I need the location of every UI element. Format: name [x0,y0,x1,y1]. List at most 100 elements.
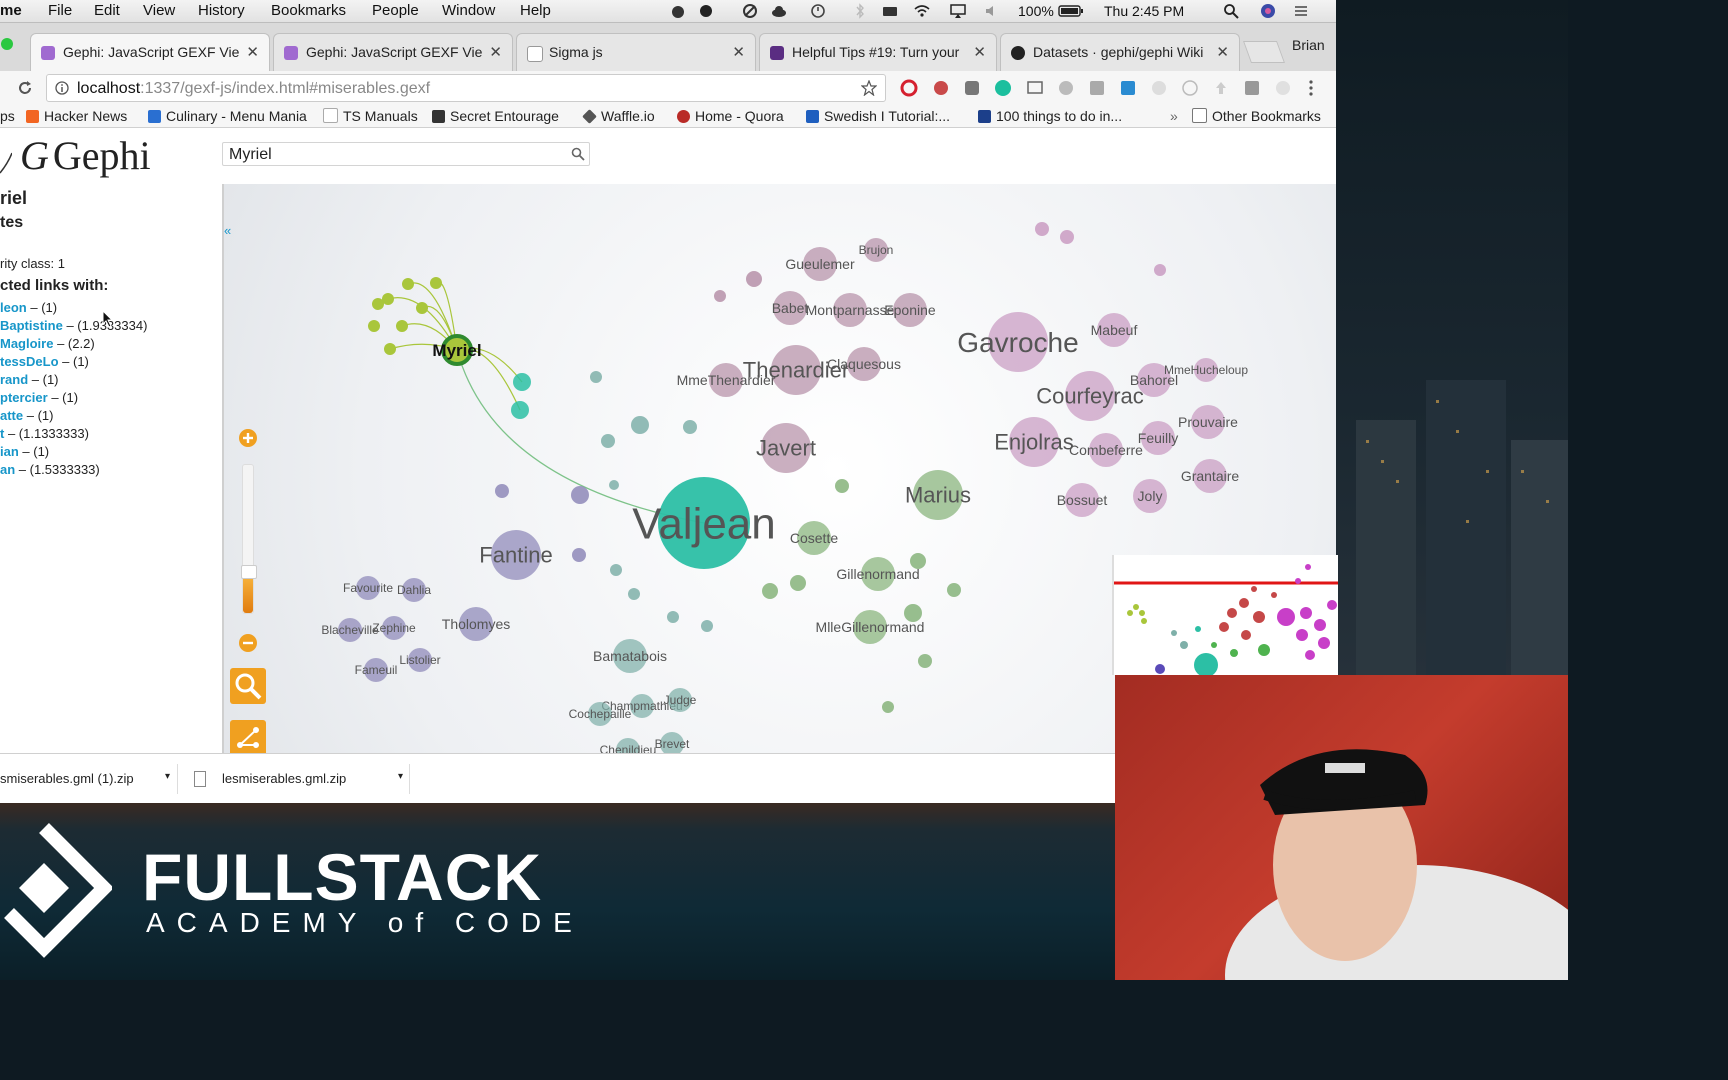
mercury-extension-icon[interactable] [994,79,1012,97]
other-bookmarks-folder[interactable]: Other Bookmarks [1192,108,1321,124]
graph-node[interactable]: Prouvaire [1178,405,1238,439]
link-node-name[interactable]: an [0,462,15,477]
menu-history[interactable]: History [198,2,245,19]
settings-extension-icon[interactable] [1243,79,1261,97]
connected-link-item[interactable]: rand – (1) [0,372,59,387]
spotlight-search-icon[interactable] [1223,3,1239,19]
notification-center-icon[interactable] [1293,3,1309,19]
bookmark-star-icon[interactable] [861,80,877,96]
graph-node[interactable]: Gavroche [957,312,1079,372]
bookmark-ts-manuals[interactable]: TS Manuals [323,108,418,124]
menu-people[interactable]: People [372,2,419,19]
bookmark-apps[interactable]: ps [0,108,15,124]
link-node-name[interactable]: ian [0,444,19,459]
tab-close-icon[interactable]: ✕ [732,43,745,61]
profile-name[interactable]: Brian [1292,37,1325,53]
link-node-name[interactable]: ptercier [0,390,48,405]
zoom-out-icon[interactable] [238,633,258,653]
graph-node[interactable]: Javert [756,423,816,473]
tab-close-icon[interactable]: ✕ [973,43,986,61]
browser-menu-icon[interactable] [1306,79,1316,97]
download-menu-chevron-icon[interactable]: ▾ [398,771,403,782]
graph-node[interactable]: Marius [905,470,971,520]
graph-node[interactable]: Fameuil [355,658,398,682]
upload-extension-icon[interactable] [1212,79,1230,97]
search-icon[interactable] [571,147,585,161]
tab-close-icon[interactable]: ✕ [246,43,259,61]
tab-gephi[interactable]: Gephi: JavaScript GEXF Vie ✕ [273,33,513,71]
keyboard-icon[interactable] [882,3,898,19]
battery-icon[interactable] [1058,3,1084,19]
blue-extension-icon[interactable] [1119,79,1137,97]
lens-search-icon[interactable] [230,668,266,704]
connected-link-item[interactable]: an – (1.5333333) [0,462,100,477]
tab-sigma[interactable]: Sigma js ✕ [516,33,756,71]
grey-extension-icon[interactable] [1088,79,1106,97]
graph-node[interactable]: Listolier [399,648,441,672]
selected-graph-node[interactable]: Myriel [432,334,482,366]
connected-link-item[interactable]: ptercier – (1) [0,390,78,405]
link-node-name[interactable]: leon [0,300,27,315]
zoom-slider[interactable] [241,464,257,614]
menu-bookmarks[interactable]: Bookmarks [271,2,346,19]
graph-node[interactable]: Babet [772,291,809,325]
bookmark-culinary[interactable]: Culinary - Menu Mania [148,108,307,124]
siri-icon[interactable] [1260,3,1276,19]
graph-node[interactable]: Fantine [479,530,553,580]
connected-link-item[interactable]: Baptistine – (1.9333334) [0,318,147,333]
circle-extension-icon[interactable] [1181,79,1199,97]
bookmark-secret-entourage[interactable]: Secret Entourage [432,108,559,124]
bluetooth-icon[interactable] [852,3,868,19]
pocket-extension-icon[interactable] [963,79,981,97]
connected-link-item[interactable]: ian – (1) [0,444,49,459]
bookmarks-overflow-icon[interactable]: » [1170,108,1178,124]
graph-node[interactable]: Brevet [655,732,690,753]
bookmark-quora[interactable]: Home - Quora [677,108,784,124]
volume-icon[interactable] [984,3,1000,19]
graph-node[interactable]: Valjean [632,477,776,569]
graph-node[interactable]: Bamatabois [593,639,667,673]
bookmark-waffle[interactable]: Waffle.io [582,108,655,124]
menu-edit[interactable]: Edit [94,2,120,19]
opera-extension-icon[interactable] [900,79,918,97]
time-machine-icon[interactable] [810,3,826,19]
link-node-name[interactable]: rand [0,372,28,387]
link-node-name[interactable]: atte [0,408,23,423]
bookmark-hacker-news[interactable]: Hacker News [26,108,127,124]
do-not-disturb-icon[interactable] [742,3,758,19]
menu-view[interactable]: View [143,2,175,19]
new-tab-button[interactable] [1242,41,1286,63]
window-zoom-button[interactable] [0,37,14,51]
graph-node[interactable]: Feuilly [1138,421,1178,455]
graph-node[interactable]: Favourite [343,576,393,600]
graph-node[interactable]: Chenildieu [600,738,657,753]
graph-node[interactable]: Mabeuf [1091,313,1138,347]
node-search-input[interactable]: Myriel [222,142,590,166]
info-icon[interactable] [55,81,69,95]
graph-minimap[interactable] [1112,555,1338,675]
graph-node[interactable]: Combeferre [1069,433,1143,467]
graph-node[interactable]: Gillenormand [836,557,920,591]
menu-file[interactable]: File [48,2,72,19]
menu-window[interactable]: Window [442,2,495,19]
graph-node[interactable]: Joly [1133,479,1167,513]
faded-extension-icon[interactable] [1150,79,1168,97]
zoom-slider-handle[interactable] [241,565,257,579]
graph-node[interactable]: Bossuet [1057,483,1108,517]
lastpass-extension-icon[interactable] [932,79,950,97]
wifi-icon[interactable] [914,3,930,19]
graph-node[interactable]: Gueulemer [785,247,855,281]
airplay-icon[interactable] [950,3,966,19]
edges-toggle-icon[interactable] [230,720,266,753]
cloud-icon[interactable] [771,3,787,19]
graph-node[interactable]: Eponine [884,293,936,327]
bookmark-swedish-tutorial[interactable]: Swedish I Tutorial:... [806,108,950,124]
tab-close-icon[interactable]: ✕ [489,43,502,61]
menubar-clock[interactable]: Thu 2:45 PM [1104,3,1184,19]
connected-link-item[interactable]: leon – (1) [0,300,57,315]
connected-link-item[interactable]: t – (1.1333333) [0,426,89,441]
evernote-icon[interactable] [670,3,686,19]
cast-extension-icon[interactable] [1026,79,1044,97]
graph-node[interactable]: Montparnasse [806,293,895,327]
download-menu-chevron-icon[interactable]: ▾ [165,771,170,782]
